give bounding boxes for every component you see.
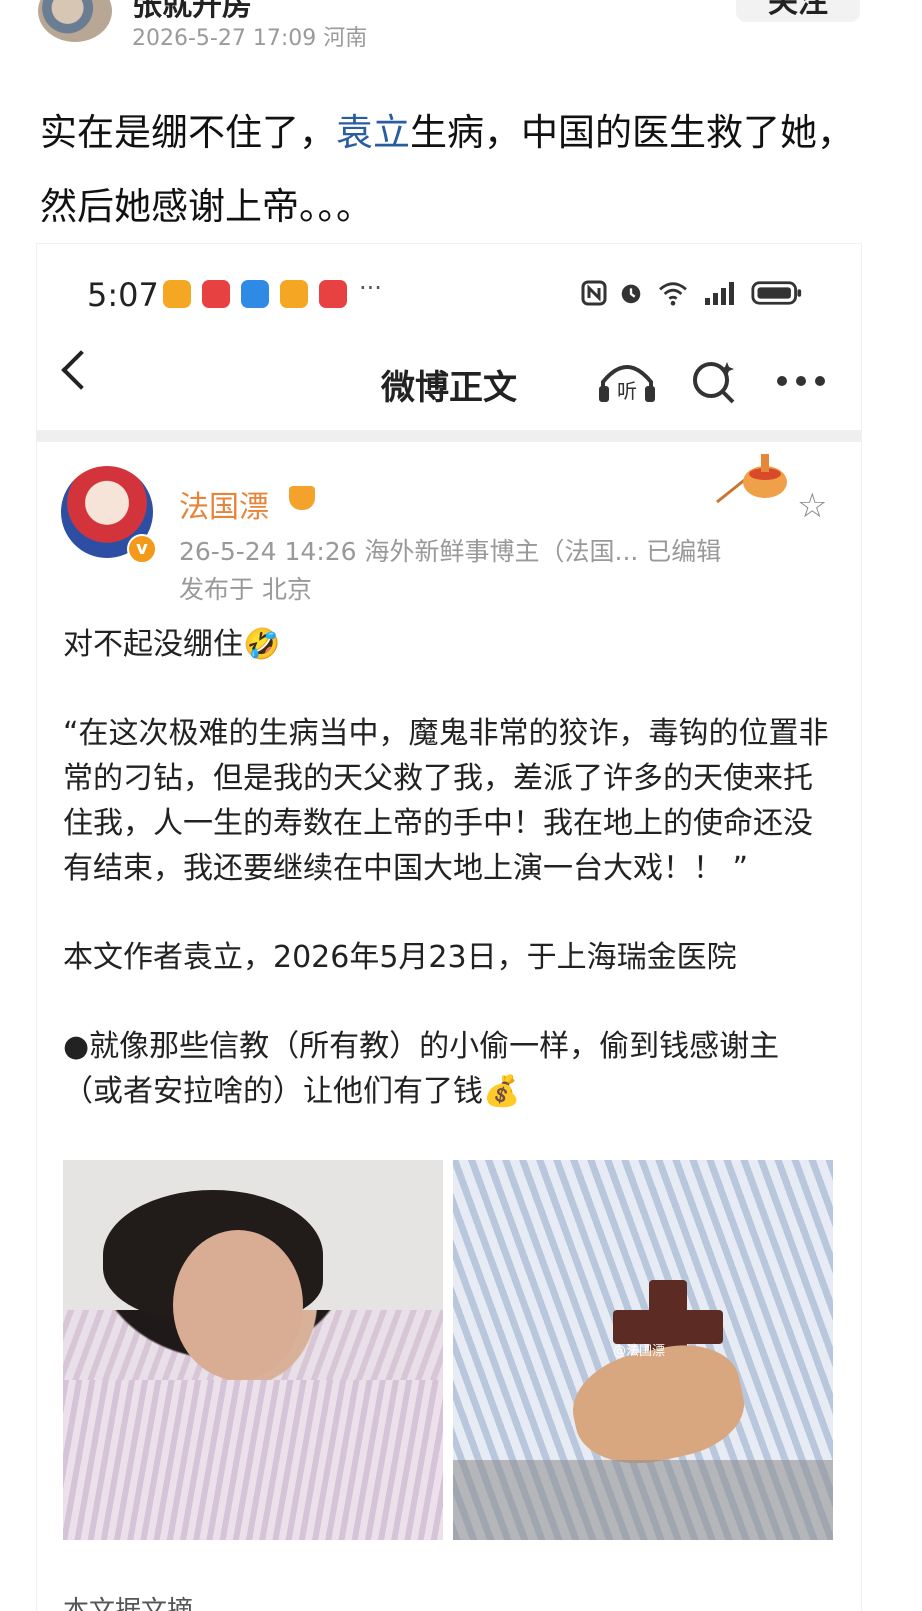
post-paragraph: 本文作者袁立，2026年5月23日，于上海瑞金医院: [63, 940, 737, 975]
svg-text:听: 听: [617, 379, 637, 403]
app-notification-icon: [202, 280, 230, 308]
wifi-icon: [659, 282, 687, 306]
app-notification-icon: [319, 280, 347, 308]
nav-title: 微博正文: [381, 368, 517, 408]
search-icon[interactable]: [689, 358, 737, 406]
signal-icon: [705, 282, 734, 305]
app-notification-icon: [241, 280, 269, 308]
mention-link[interactable]: 袁立: [336, 111, 410, 154]
favorite-star-icon[interactable]: ☆: [797, 486, 827, 526]
post-text: 实在是绷不住了，袁立生病，中国的医生救了她，然后她感谢上帝。。。: [40, 96, 870, 244]
post-paragraph: ●就像那些信教（所有教）的小偷一样，偷到钱感谢主（或者安拉啥的）让他们有了钱💰: [63, 1029, 780, 1109]
app-notification-icon: [163, 280, 191, 308]
headphones-icon[interactable]: 听: [595, 356, 659, 408]
status-bar: 5:07 ···: [37, 244, 861, 344]
post-photo-cross[interactable]: @法国漂: [453, 1160, 833, 1540]
nfc-icon: [581, 280, 607, 306]
author-avatar[interactable]: [38, 0, 112, 42]
post-photo-patient[interactable]: [63, 1160, 443, 1540]
post-meta-line: 26-5-24 14:26 海外新鲜事博主（法国... 已编辑: [179, 537, 722, 566]
embedded-screenshot[interactable]: 5:07 ··· 微博正文 听 v 法国漂 ☆ 26-5-24 14:26 海外…: [37, 244, 861, 1611]
status-time: 5:07: [87, 276, 159, 314]
more-notifications: ···: [359, 274, 382, 302]
post-source-partial: 本文据文摘: [63, 1596, 194, 1611]
app-notification-icon: [280, 280, 308, 308]
post-author-name[interactable]: 法国漂: [179, 482, 269, 526]
post-meta: 2026-5-27 17:09 河南: [132, 26, 368, 51]
member-badge-icon: [289, 486, 315, 510]
photo-watermark: @法国漂: [613, 1344, 666, 1359]
section-divider: [37, 430, 861, 442]
post-paragraph: “在这次极难的生病当中，魔鬼非常的狡诈，毒钩的位置非常的刁钻，但是我的天父救了我…: [63, 716, 829, 886]
alarm-icon: [621, 284, 641, 304]
battery-icon: [751, 281, 802, 305]
hotpot-decoration-icon: [716, 454, 787, 504]
follow-button[interactable]: 关注: [736, 0, 860, 22]
post-paragraph: 对不起没绷住🤣: [63, 627, 281, 662]
post-body: 对不起没绷住🤣 “在这次极难的生病当中，魔鬼非常的狡诈，毒钩的位置非常的刁钻，但…: [63, 622, 839, 1114]
post-location: 发布于 北京: [179, 575, 312, 604]
more-icon[interactable]: [775, 374, 827, 388]
post-text-start: 实在是绷不住了，: [40, 111, 336, 154]
verified-badge-icon: v: [127, 534, 157, 564]
